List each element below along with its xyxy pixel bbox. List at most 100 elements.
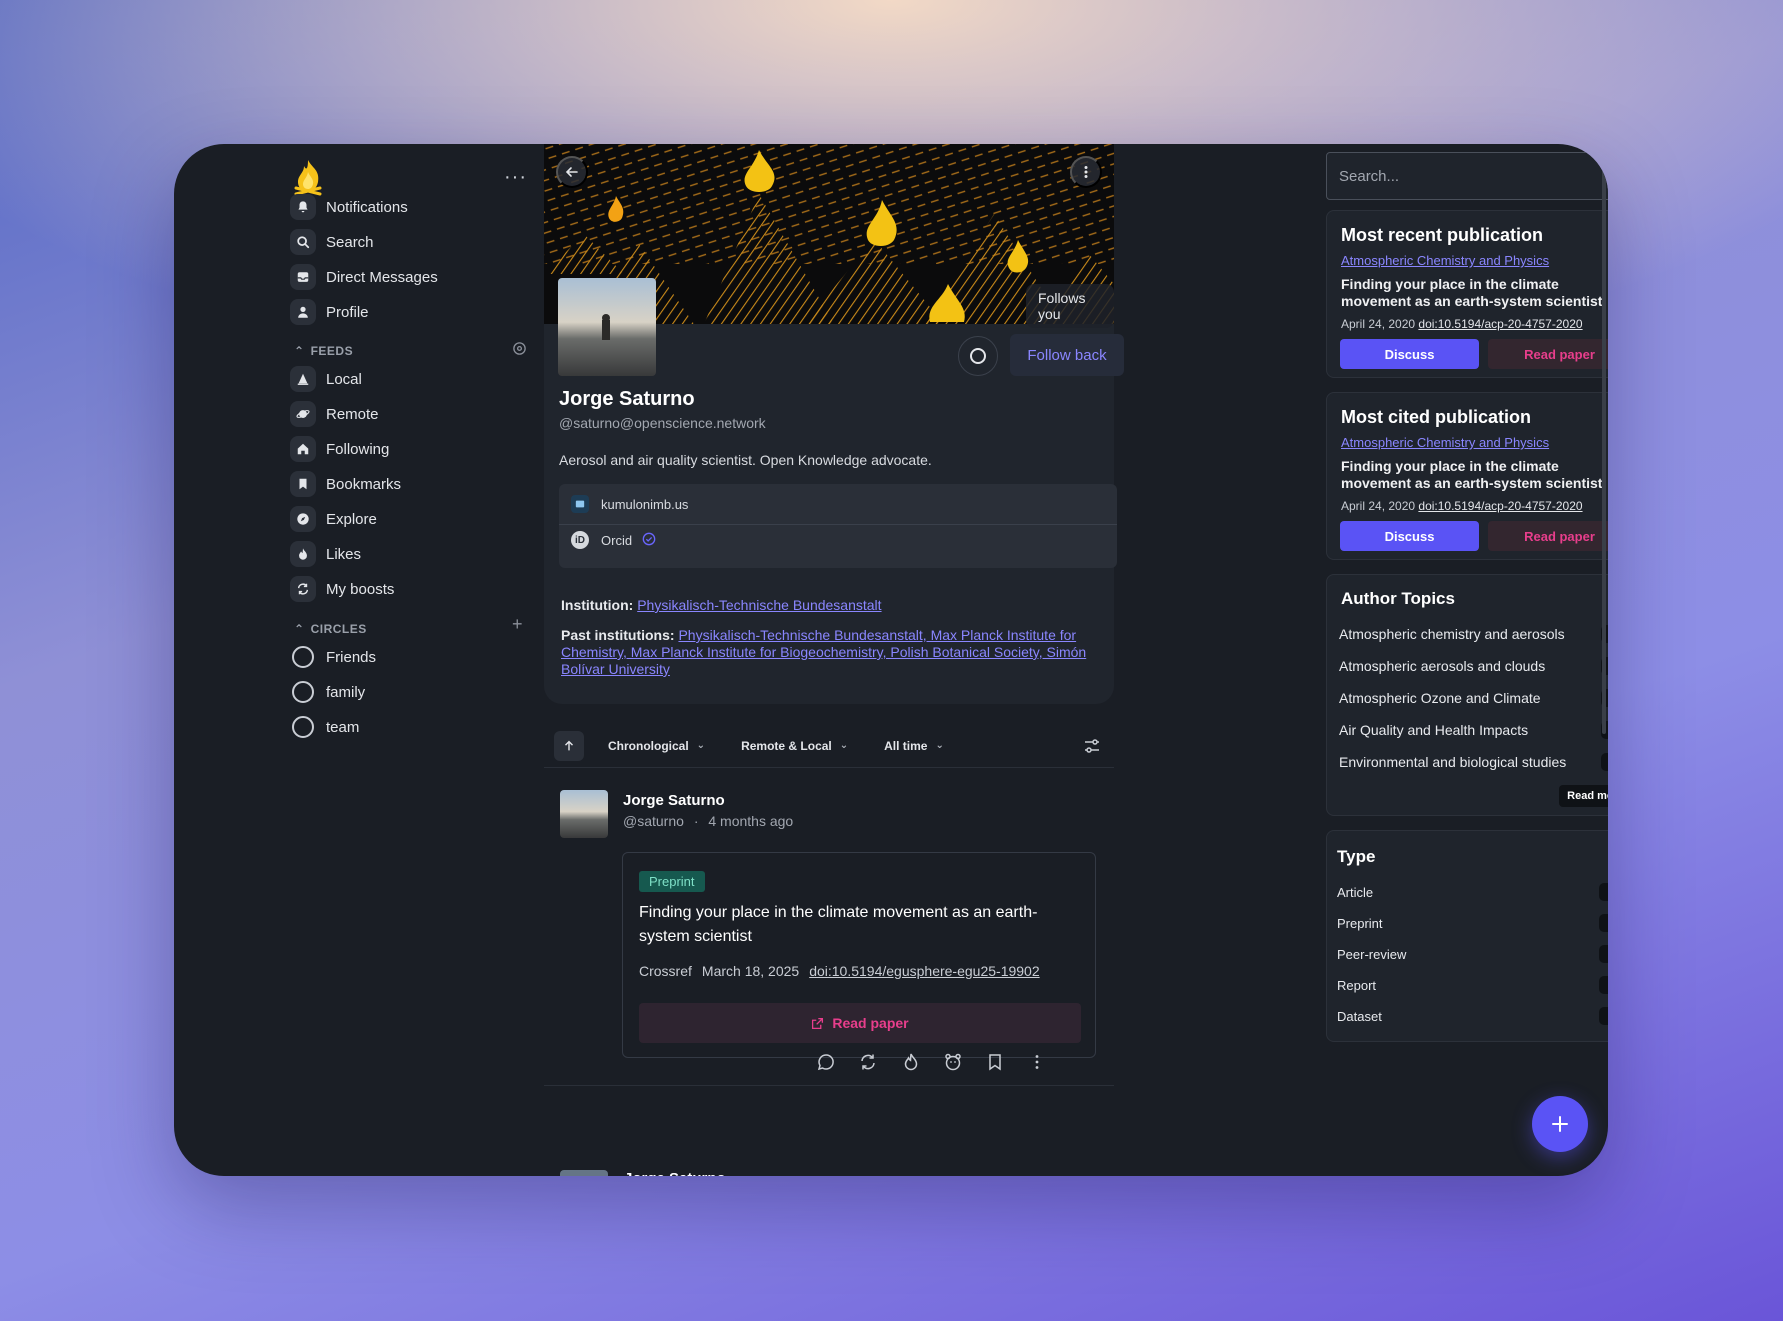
read-paper-button[interactable]: Read paper xyxy=(639,1003,1081,1043)
reply-icon[interactable] xyxy=(816,1052,838,1074)
circle-team[interactable]: team xyxy=(290,712,359,742)
publication-source: Crossref xyxy=(639,963,692,979)
author-topics-card: Author Topics Atmospheric chemistry and … xyxy=(1326,574,1608,816)
page-scrollbar[interactable] xyxy=(1602,164,1606,734)
profile-menu-button[interactable] xyxy=(1070,156,1102,188)
nav-direct-messages[interactable]: Direct Messages xyxy=(290,262,438,292)
feed-bookmarks[interactable]: Bookmarks xyxy=(290,469,401,499)
next-post-avatar[interactable] xyxy=(560,1170,608,1176)
publication-doi-link[interactable]: doi:10.5194/acp-20-4757-2020 xyxy=(1418,499,1582,513)
emoji-react-icon[interactable] xyxy=(943,1052,965,1074)
scroll-top-button[interactable] xyxy=(554,730,584,761)
circle-family[interactable]: family xyxy=(290,677,365,707)
more-options-icon[interactable]: ··· xyxy=(504,166,527,189)
type-row[interactable]: Preprint 25 xyxy=(1337,914,1608,932)
time-dropdown[interactable]: All time ⌄ xyxy=(884,739,944,753)
journal-link[interactable]: Atmospheric Chemistry and Physics xyxy=(1341,253,1549,268)
feed-remote[interactable]: Remote xyxy=(290,399,379,429)
orcid-icon: iD xyxy=(571,531,589,549)
topic-row[interactable]: Atmospheric Ozone and Climate 21 xyxy=(1339,689,1608,707)
nav-search[interactable]: Search xyxy=(290,227,374,257)
type-row[interactable]: Peer-review 9 xyxy=(1337,945,1608,963)
follow-back-button[interactable]: Follow back xyxy=(1010,334,1124,376)
search-input[interactable] xyxy=(1339,167,1599,185)
discuss-button[interactable]: Discuss xyxy=(1340,521,1479,551)
topic-label: Atmospheric Ozone and Climate xyxy=(1339,690,1541,706)
read-paper-button[interactable]: Read paper xyxy=(1488,521,1608,551)
website-icon xyxy=(571,495,589,513)
publication-date: April 24, 2020 xyxy=(1341,317,1416,331)
link-orcid[interactable]: iD Orcid xyxy=(571,531,656,549)
circle-friends[interactable]: Friends xyxy=(290,642,376,672)
scope-dropdown[interactable]: Remote & Local ⌄ xyxy=(741,739,848,753)
publication-title: Finding your place in the climate moveme… xyxy=(639,904,1038,945)
post-time[interactable]: 4 months ago xyxy=(708,813,793,829)
type-count: 9 xyxy=(1599,945,1608,963)
post-actions xyxy=(544,1051,1114,1076)
feed-local[interactable]: Local xyxy=(290,364,362,394)
feed-likes[interactable]: Likes xyxy=(290,539,361,569)
publication-card[interactable]: Preprint Finding your place in the clima… xyxy=(622,852,1096,1058)
profile-avatar[interactable] xyxy=(558,278,656,376)
topic-label: Environmental and biological studies xyxy=(1339,754,1567,770)
type-label: Report xyxy=(1337,977,1377,993)
link-label: kumulonimb.us xyxy=(601,496,689,512)
type-row[interactable]: Article 58 xyxy=(1337,883,1608,901)
topic-row[interactable]: Air Quality and Health Impacts 14 xyxy=(1339,721,1608,739)
type-row[interactable]: Report 5 xyxy=(1337,976,1608,994)
institution-link[interactable]: Physikalisch-Technische Bundesanstalt xyxy=(637,597,881,613)
feed-explore[interactable]: Explore xyxy=(290,504,377,534)
feed-following[interactable]: Following xyxy=(290,434,389,464)
circle-icon xyxy=(292,716,314,738)
circle-icon xyxy=(292,646,314,668)
boost-icon[interactable] xyxy=(858,1052,880,1074)
sort-dropdown[interactable]: Chronological ⌄ xyxy=(608,739,705,753)
read-paper-label: Read paper xyxy=(832,1015,909,1031)
publication-doi-link[interactable]: doi:10.5194/egusphere-egu25-19902 xyxy=(809,963,1039,979)
post-avatar[interactable] xyxy=(560,790,608,838)
arrow-up-icon xyxy=(565,740,573,750)
publication-doi-link[interactable]: doi:10.5194/acp-20-4757-2020 xyxy=(1418,317,1582,331)
publication-title: Finding your place in the climate moveme… xyxy=(1341,276,1603,309)
filter-sliders-icon[interactable] xyxy=(1082,736,1102,756)
post-author[interactable]: Jorge Saturno xyxy=(623,792,725,809)
planet-icon xyxy=(290,401,316,427)
type-label: Preprint xyxy=(1337,915,1383,931)
read-paper-button[interactable]: Read paper xyxy=(1488,339,1608,369)
feeds-settings-icon[interactable] xyxy=(512,340,527,361)
add-circle-icon[interactable]: + xyxy=(512,614,523,635)
type-count: 58 xyxy=(1599,883,1608,901)
topic-row[interactable]: Atmospheric chemistry and aerosols 59 xyxy=(1339,625,1608,643)
nav-notifications[interactable]: Notifications xyxy=(290,192,408,222)
back-button[interactable] xyxy=(556,156,588,188)
compose-button[interactable] xyxy=(1532,1096,1588,1152)
search-icon xyxy=(290,229,316,255)
like-flame-icon[interactable] xyxy=(901,1051,923,1074)
discuss-button[interactable]: Discuss xyxy=(1340,339,1479,369)
read-more-button[interactable]: Read more xyxy=(1559,785,1608,807)
notify-toggle-button[interactable] xyxy=(958,336,998,376)
chevron-up-icon: ⌃ xyxy=(294,344,305,358)
external-link-icon xyxy=(812,1017,824,1029)
publication-title: Finding your place in the climate moveme… xyxy=(1341,458,1603,491)
more-actions-icon[interactable] xyxy=(1027,1052,1049,1074)
scope-value: Remote & Local xyxy=(741,738,832,753)
topic-row[interactable]: Environmental and biological studies 14 xyxy=(1339,753,1608,771)
search-box[interactable] xyxy=(1326,152,1608,200)
type-row[interactable]: Dataset 4 xyxy=(1337,1007,1608,1025)
journal-link[interactable]: Atmospheric Chemistry and Physics xyxy=(1341,435,1549,450)
time-value: All time xyxy=(884,738,928,753)
topic-row[interactable]: Atmospheric aerosols and clouds 36 xyxy=(1339,657,1608,675)
publication-date: April 24, 2020 xyxy=(1341,499,1416,513)
bookmark-icon[interactable] xyxy=(985,1052,1007,1074)
most-cited-publication-card: Most cited publication Atmospheric Chemi… xyxy=(1326,392,1608,560)
circles-section-toggle[interactable]: ⌃ CIRCLES xyxy=(294,622,367,636)
post-handle[interactable]: @saturno xyxy=(623,813,684,829)
feeds-section-toggle[interactable]: ⌃ FEEDS xyxy=(294,344,353,358)
feed-my-boosts[interactable]: My boosts xyxy=(290,574,394,604)
link-website[interactable]: kumulonimb.us xyxy=(571,495,688,513)
nav-label: Local xyxy=(326,370,362,388)
next-post-author[interactable]: Jorge Saturno xyxy=(624,1168,726,1176)
nav-profile[interactable]: Profile xyxy=(290,297,369,327)
past-institutions: Past institutions: Physikalisch-Technisc… xyxy=(561,627,1113,678)
